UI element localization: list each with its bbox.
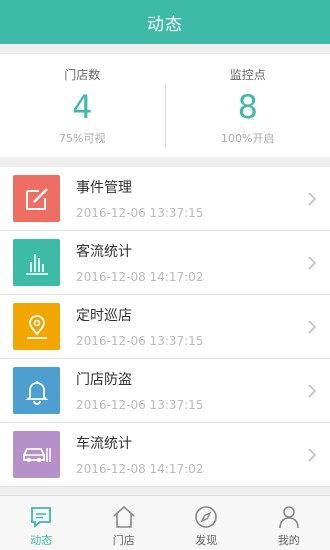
chevron-right-icon [308,320,316,334]
chevron-right-icon [308,384,316,398]
stat-sub: 75%可视 [59,132,106,145]
compass-icon [195,506,218,528]
chevron-right-icon [308,448,316,462]
list-item-title: 门店防盗 [76,372,132,388]
list-item-time: 2016-12-06 13:37:15 [76,206,204,220]
bottom-tab-bar: 动态 门店 发现 我的 [0,495,330,550]
map-pin-icon [13,303,60,350]
tab-mine[interactable]: 我的 [248,496,330,550]
list-item-store-security[interactable]: 门店防盗 2016-12-06 13:37:15 [0,359,330,423]
list-item-event-management[interactable]: 事件管理 2016-12-06 13:37:15 [0,167,330,231]
list-item-title: 定时巡店 [76,308,132,324]
bar-chart-icon [13,239,60,286]
list-item-title: 客流统计 [76,244,132,260]
list-item-time: 2016-12-06 13:37:15 [76,398,204,412]
bell-icon [13,367,60,414]
list-item-time: 2016-12-08 14:17:02 [76,462,204,476]
stat-sub: 100%开启 [221,132,275,145]
stat-value: 8 [237,88,258,126]
list-item-time: 2016-12-08 14:17:02 [76,270,204,284]
stat-label: 门店数 [64,68,101,82]
feature-list: 事件管理 2016-12-06 13:37:15 客流统计 2016-12-08… [0,167,330,487]
tab-label: 发现 [195,534,218,547]
list-item-title: 车流统计 [76,436,132,452]
tab-discover[interactable]: 发现 [165,496,248,550]
stat-monitors[interactable]: 监控点 8 100%开启 [166,54,330,157]
tab-label: 我的 [277,534,300,547]
stat-stores[interactable]: 门店数 4 75%可视 [0,54,165,157]
home-icon [113,505,135,528]
list-item-customer-flow[interactable]: 客流统计 2016-12-08 14:17:02 [0,231,330,295]
message-icon [31,507,52,528]
list-item-vehicle-flow[interactable]: 车流统计 2016-12-08 14:17:02 [0,423,330,487]
edit-icon [13,175,60,222]
car-icon [13,431,60,478]
tab-dynamics[interactable]: 动态 [0,496,83,550]
chevron-right-icon [308,256,316,270]
page-title: 动态 [147,14,183,35]
app-header: 动态 [0,0,330,44]
list-item-title: 事件管理 [76,180,132,196]
tab-label: 门店 [112,534,135,547]
list-item-scheduled-patrol[interactable]: 定时巡店 2016-12-06 13:37:15 [0,295,330,359]
tab-label: 动态 [30,534,53,547]
chevron-right-icon [308,192,316,206]
stats-panel: 门店数 4 75%可视 监控点 8 100%开启 [0,54,330,157]
tab-stores[interactable]: 门店 [83,496,166,550]
user-icon [278,506,299,529]
stat-value: 4 [72,88,93,126]
stat-label: 监控点 [229,68,266,82]
list-item-time: 2016-12-06 13:37:15 [76,334,204,348]
